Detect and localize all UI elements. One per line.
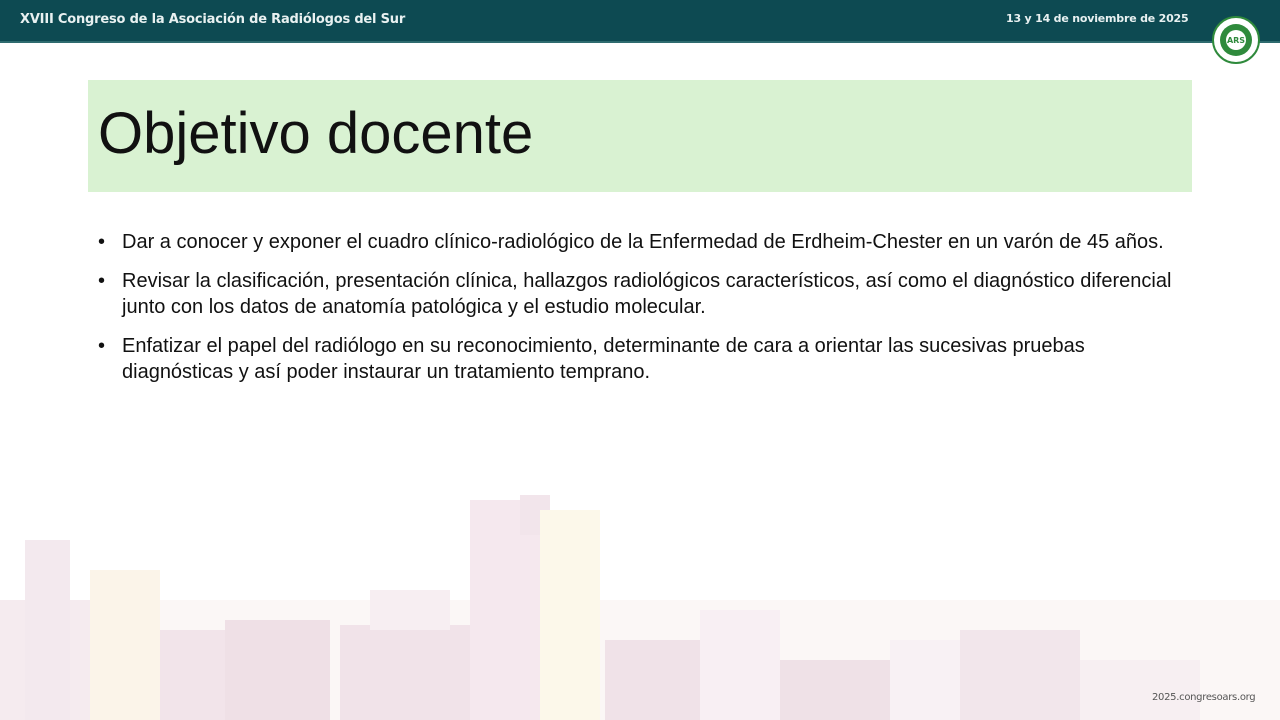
header-bar: XVIII Congreso de la Asociación de Radió… — [0, 0, 1280, 43]
bullet-icon: • — [98, 270, 106, 292]
footer-url: 2025.congresoars.org — [1152, 692, 1256, 703]
logo-text: ARS — [1227, 36, 1245, 45]
objectives-list: • Dar a conocer y exponer el cuadro clín… — [98, 229, 1188, 398]
list-item: • Revisar la clasificación, presentación… — [98, 268, 1188, 320]
bullet-text: Revisar la clasificación, presentación c… — [122, 270, 1172, 318]
city-skyline-background — [0, 495, 1280, 720]
bullet-text: Enfatizar el papel del radiólogo en su r… — [122, 335, 1085, 383]
list-item: • Dar a conocer y exponer el cuadro clín… — [98, 229, 1188, 255]
bullet-icon: • — [98, 231, 106, 253]
congress-title: XVIII Congreso de la Asociación de Radió… — [20, 12, 406, 27]
congress-logo-icon: ARS — [1212, 16, 1260, 64]
bullet-text: Dar a conocer y exponer el cuadro clínic… — [122, 231, 1164, 253]
congress-dates: 13 y 14 de noviembre de 2025 — [1006, 12, 1189, 25]
bullet-icon: • — [98, 335, 106, 357]
slide-title: Objetivo docente — [98, 101, 534, 166]
list-item: • Enfatizar el papel del radiólogo en su… — [98, 333, 1188, 385]
title-banner: Objetivo docente — [88, 80, 1192, 192]
